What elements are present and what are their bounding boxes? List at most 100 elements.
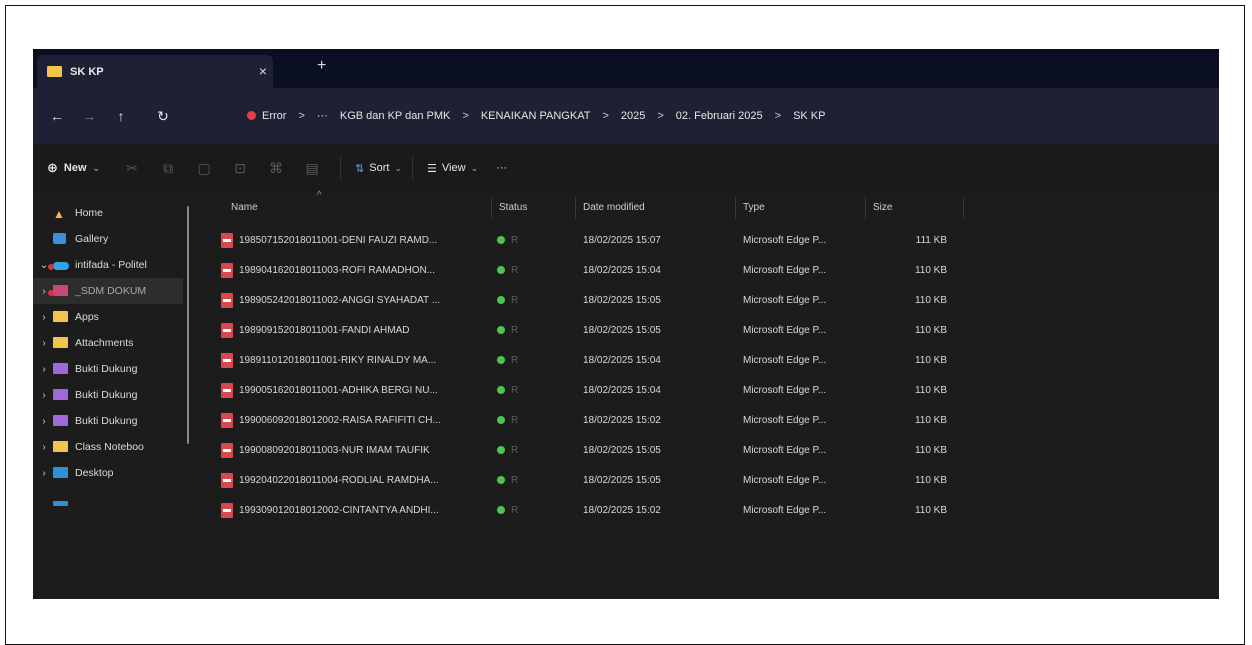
sidebar-item-desktop[interactable]: › Desktop <box>33 460 183 486</box>
chevron-right-icon[interactable]: › <box>37 468 51 479</box>
pdf-file-icon <box>221 233 233 248</box>
file-name: 198904162018011003-ROFI RAMADHON... <box>239 265 436 276</box>
file-size: 110 KB <box>914 415 947 426</box>
breadcrumb-februari[interactable]: 02. Februari 2025 <box>670 110 769 122</box>
breadcrumb-2025[interactable]: 2025 <box>615 110 651 122</box>
view-lines-icon: ☰ <box>427 162 437 175</box>
sidebar-item-gallery[interactable]: Gallery <box>33 226 183 252</box>
file-name: 199006092018012002-RAISA RAFIFITI CH... <box>239 415 441 426</box>
column-divider[interactable] <box>575 197 576 219</box>
column-header-status[interactable]: Status <box>499 202 527 213</box>
file-row[interactable]: 199204022018011004-RODLIAL RAMDHA... R 1… <box>197 466 1219 496</box>
sidebar-item-partial[interactable] <box>33 486 183 512</box>
sort-icon: ⇅ <box>355 162 365 175</box>
sidebar-item-sdm-dokum[interactable]: › _SDM DOKUM <box>33 278 183 304</box>
more-options-button[interactable]: ··· <box>496 162 507 174</box>
breadcrumb-error[interactable]: Error <box>241 110 292 122</box>
refresh-icon[interactable]: ↻ <box>147 108 179 125</box>
sidebar-item-attachments[interactable]: › Attachments <box>33 330 183 356</box>
sidebar-item-bukti-dukung[interactable]: › Bukti Dukung <box>33 382 183 408</box>
sort-button[interactable]: ⇅ Sort ⌄ <box>355 162 402 175</box>
chevron-right-icon[interactable]: › <box>37 312 51 323</box>
file-row[interactable]: 199005162018011001-ADHIKA BERGI NU... R … <box>197 376 1219 406</box>
file-row[interactable]: 199008092018011003-NUR IMAM TAUFIK R 18/… <box>197 436 1219 466</box>
file-row[interactable]: 198904162018011003-ROFI RAMADHON... R 18… <box>197 256 1219 286</box>
delete-icon[interactable]: ▤ <box>294 160 330 177</box>
sidebar-item-label: Class Noteboo <box>75 441 144 453</box>
chevron-right-icon[interactable]: › <box>37 364 51 375</box>
file-type: Microsoft Edge P... <box>743 325 827 336</box>
back-arrow-icon[interactable]: ← <box>41 108 73 124</box>
file-row[interactable]: 198909152018011001-FANDI AHMAD R 18/02/2… <box>197 316 1219 346</box>
sidebar-item-class-notebook[interactable]: › Class Noteboo <box>33 434 183 460</box>
file-date: 18/02/2025 15:02 <box>583 415 661 426</box>
breadcrumb-separator: > <box>774 110 782 122</box>
synced-status-icon <box>497 326 505 334</box>
up-arrow-icon[interactable]: ↑ <box>105 108 137 124</box>
paste-icon[interactable]: ▢ <box>186 160 222 177</box>
rename-icon[interactable]: ⊡ <box>222 160 258 177</box>
cut-icon[interactable]: ✂ <box>114 160 150 177</box>
breadcrumb-kgb[interactable]: KGB dan KP dan PMK <box>334 110 456 122</box>
file-list: Name ^ Status Date modified Type Size 19… <box>197 190 1219 599</box>
file-size: 111 KB <box>915 235 947 246</box>
breadcrumb-separator: > <box>462 110 469 122</box>
view-button[interactable]: ☰ View ⌄ <box>427 162 478 175</box>
sidebar-item-home[interactable]: ▲ Home <box>33 200 183 226</box>
chevron-right-icon[interactable]: › <box>37 442 51 453</box>
folder-icon <box>53 388 69 402</box>
file-row[interactable]: 198905242018011002-ANGGI SYAHADAT ... R … <box>197 286 1219 316</box>
sidebar-scrollbar[interactable] <box>187 206 189 444</box>
gallery-icon <box>53 232 69 246</box>
sidebar-item-label: Gallery <box>75 233 109 245</box>
status-text: R <box>511 415 519 426</box>
column-divider[interactable] <box>963 197 964 219</box>
column-header-name[interactable]: Name <box>231 202 258 213</box>
file-name: 198905242018011002-ANGGI SYAHADAT ... <box>239 295 441 306</box>
pdf-file-icon <box>221 503 233 518</box>
chevron-right-icon[interactable]: › <box>37 338 51 349</box>
sort-caret-icon: ^ <box>317 190 322 201</box>
column-divider[interactable] <box>865 197 866 219</box>
file-row[interactable]: 199006092018012002-RAISA RAFIFITI CH... … <box>197 406 1219 436</box>
breadcrumb-kenaikan-pangkat[interactable]: KENAIKAN PANGKAT <box>475 110 597 122</box>
toolbar-divider <box>340 156 342 180</box>
sidebar-item-onedrive[interactable]: ⌄ intifada - Politel <box>33 252 183 278</box>
copy-icon[interactable]: ⧉ <box>150 160 186 177</box>
column-header-date[interactable]: Date modified <box>583 202 645 213</box>
forward-arrow-icon[interactable]: → <box>73 108 105 124</box>
sidebar-item-bukti-dukung[interactable]: › Bukti Dukung <box>33 408 183 434</box>
chevron-right-icon[interactable]: › <box>37 416 51 427</box>
chevron-right-icon[interactable]: › <box>37 390 51 401</box>
file-size: 110 KB <box>914 355 947 366</box>
tab-sk-kp[interactable]: SK KP × <box>37 55 273 88</box>
folder-icon <box>53 336 69 350</box>
status-text: R <box>511 235 519 246</box>
sidebar-item-bukti-dukung[interactable]: › Bukti Dukung <box>33 356 183 382</box>
breadcrumb-sk-kp[interactable]: SK KP <box>787 110 831 122</box>
folder-icon <box>53 440 69 454</box>
folder-icon <box>53 362 69 376</box>
sidebar-item-apps[interactable]: › Apps <box>33 304 183 330</box>
folder-icon <box>53 310 69 324</box>
column-divider[interactable] <box>735 197 736 219</box>
column-header-size[interactable]: Size <box>873 202 892 213</box>
column-header-type[interactable]: Type <box>743 202 765 213</box>
file-name: 198507152018011001-DENI FAUZI RAMD... <box>239 235 438 246</box>
new-button[interactable]: ⊕ New ⌄ <box>47 160 100 176</box>
share-icon[interactable]: ⌘ <box>258 160 294 177</box>
close-tab-icon[interactable]: × <box>259 63 267 79</box>
file-row[interactable]: 199309012018012002-CINTANTYA ANDHI... R … <box>197 496 1219 526</box>
breadcrumb-separator: > <box>657 110 664 122</box>
file-row[interactable]: 198507152018011001-DENI FAUZI RAMD... R … <box>197 226 1219 256</box>
synced-status-icon <box>497 266 505 274</box>
column-divider[interactable] <box>491 197 492 219</box>
file-type: Microsoft Edge P... <box>743 235 827 246</box>
file-row[interactable]: 198911012018011001-RIKY RINALDY MA... R … <box>197 346 1219 376</box>
breadcrumb-overflow[interactable]: ··· <box>311 110 334 122</box>
folder-icon <box>48 284 69 298</box>
file-date: 18/02/2025 15:04 <box>583 265 661 276</box>
breadcrumb[interactable]: Error > ··· KGB dan KP dan PMK > KENAIKA… <box>241 104 831 128</box>
pdf-file-icon <box>221 383 233 398</box>
new-tab-button[interactable]: + <box>317 57 326 75</box>
